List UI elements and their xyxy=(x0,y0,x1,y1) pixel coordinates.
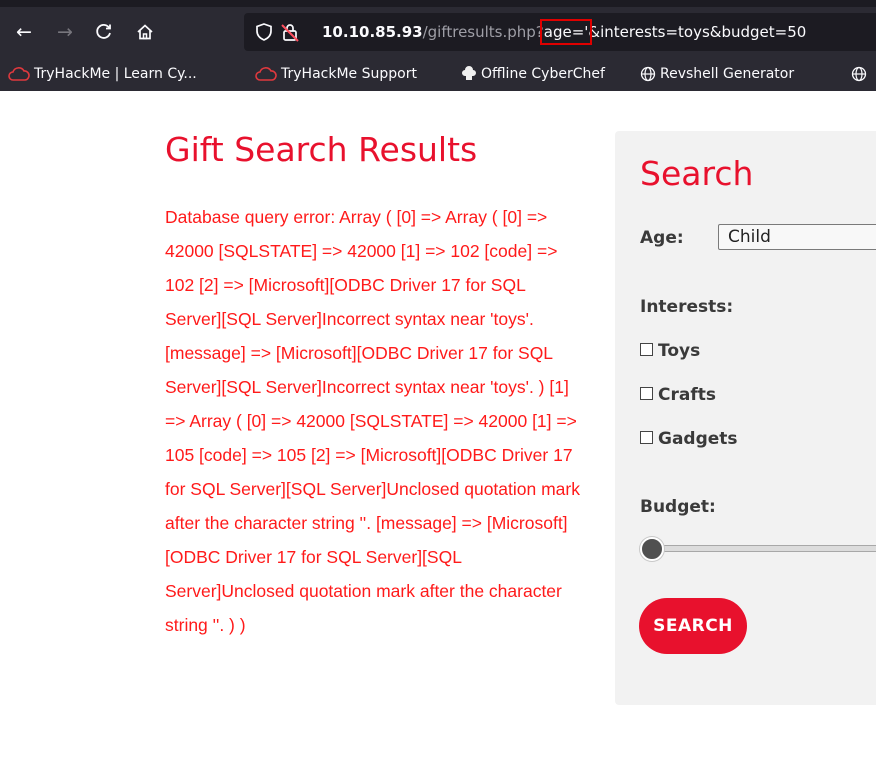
database-error-message: Database query error: Array ( [0] => Arr… xyxy=(165,207,580,635)
bookmark-label: TryHackMe | Learn Cy... xyxy=(34,66,197,82)
interest-option-crafts[interactable]: Crafts xyxy=(640,384,716,406)
url-host: 10.10.85.93 xyxy=(322,23,423,41)
bookmark-tryhackme[interactable]: TryHackMe | Learn Cy... xyxy=(8,57,197,91)
globe-icon xyxy=(640,66,656,82)
back-arrow-icon[interactable]: ← xyxy=(12,20,36,44)
checkbox-label: Gadgets xyxy=(658,429,738,449)
interest-option-gadgets[interactable]: Gadgets xyxy=(640,428,738,450)
url-query-rest: &interests=toys&budget=50 xyxy=(588,23,807,41)
address-bar[interactable]: 10.10.85.93/giftresults.php?age='&intere… xyxy=(244,13,876,51)
crafts-checkbox[interactable] xyxy=(640,386,653,400)
browser-toolbar: ← → 10.10.85.93/giftresults.php?age='&in… xyxy=(0,7,876,57)
bookmark-label: Offline CyberChef xyxy=(481,66,605,82)
reload-icon[interactable] xyxy=(92,20,116,44)
tracking-shield-icon[interactable] xyxy=(254,22,274,42)
bookmark-overflow[interactable] xyxy=(851,57,871,91)
tryhackme-cloud-icon xyxy=(8,67,30,81)
home-icon[interactable] xyxy=(133,20,157,44)
checkbox-label: Toys xyxy=(658,341,701,361)
bookmark-tryhackme-support[interactable]: TryHackMe Support xyxy=(255,57,417,91)
globe-icon xyxy=(851,66,867,82)
insecure-lock-icon[interactable] xyxy=(280,22,300,42)
search-heading: Search xyxy=(640,154,754,193)
budget-slider-track[interactable] xyxy=(652,545,876,552)
chef-hat-icon xyxy=(462,66,476,80)
page-title: Gift Search Results xyxy=(165,130,478,169)
url-age-param-highlight: age=' xyxy=(539,19,593,45)
bookmark-offline-cyberchef[interactable]: Offline CyberChef xyxy=(461,57,605,91)
interests-label: Interests: xyxy=(640,297,734,317)
age-label: Age: xyxy=(640,228,684,248)
budget-slider-thumb[interactable] xyxy=(640,537,664,561)
budget-label: Budget: xyxy=(640,497,716,517)
bookmark-label: Revshell Generator xyxy=(660,66,795,82)
age-select[interactable]: Child xyxy=(718,224,876,250)
bookmarks-toolbar: TryHackMe | Learn Cy... TryHackMe Suppor… xyxy=(0,57,876,91)
url-path: /giftresults.php? xyxy=(422,23,544,41)
window-top-strip xyxy=(0,0,876,7)
tryhackme-cloud-icon xyxy=(255,67,277,81)
bookmark-label: TryHackMe Support xyxy=(281,66,417,82)
gadgets-checkbox[interactable] xyxy=(640,430,653,444)
url-text[interactable]: 10.10.85.93/giftresults.php?age='&intere… xyxy=(322,13,806,51)
bookmark-revshell-generator[interactable]: Revshell Generator xyxy=(640,57,794,91)
checkbox-label: Crafts xyxy=(658,385,716,405)
search-panel: Search Age: Child Interests: Toys Crafts… xyxy=(615,131,876,705)
interest-option-toys[interactable]: Toys xyxy=(640,340,700,362)
forward-arrow-icon[interactable]: → xyxy=(53,20,77,44)
toys-checkbox[interactable] xyxy=(640,342,653,356)
search-button[interactable]: SEARCH xyxy=(639,598,747,654)
